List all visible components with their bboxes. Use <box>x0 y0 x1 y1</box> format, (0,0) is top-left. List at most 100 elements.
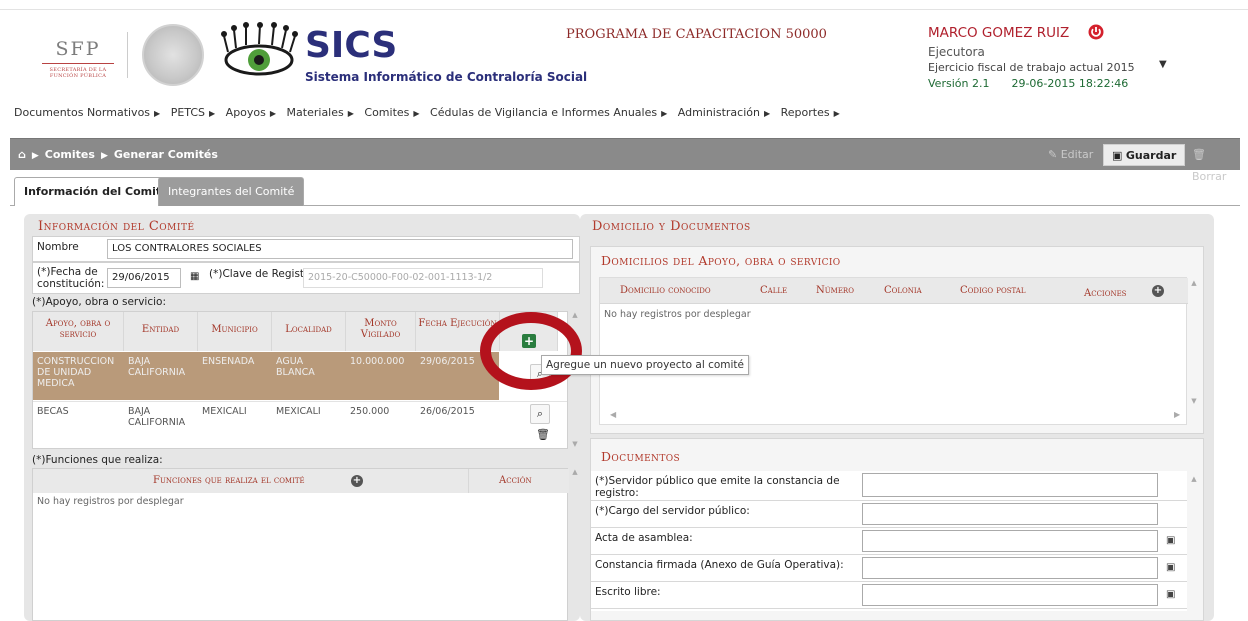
domicilios-empty: No hay registros por desplegar <box>604 309 751 320</box>
fecha-label: (*)Fecha de constitución: <box>37 266 105 290</box>
funciones-grid: Funciones que realiza el comité + Acción… <box>32 468 569 621</box>
table-row[interactable]: CONSTRUCCION DE UNIDAD MEDICA BAJA CALIF… <box>33 352 499 400</box>
highlight-circle <box>480 312 582 390</box>
user-role: Ejecutora <box>928 45 985 59</box>
menu-arrow-icon: ▶ <box>833 109 840 118</box>
scroll-up-icon[interactable]: ▲ <box>570 468 580 476</box>
tab-integrantes[interactable]: Integrantes del Comité <box>158 177 305 206</box>
funciones-empty: No hay registros por desplegar <box>37 496 184 507</box>
add-project-tooltip: Agregue un nuevo proyecto al comité <box>541 355 749 375</box>
app-title: SICS <box>305 25 398 66</box>
menu-item-administracion[interactable]: Administración ▶ <box>678 106 770 119</box>
escrito-input[interactable] <box>862 584 1158 606</box>
upload-icon[interactable]: ▣ <box>1166 562 1175 573</box>
sfp-logo-subtext: SECRETARÍA DE LA FUNCIÓN PÚBLICA <box>49 67 107 79</box>
constancia-input[interactable] <box>862 557 1158 579</box>
table-row[interactable]: BECAS BAJA CALIFORNIA MEXICALI MEXICALI … <box>33 401 567 448</box>
menu-item-cedulas[interactable]: Cédulas de Vigilancia e Informes Anuales… <box>430 106 667 119</box>
domicilio-panel: Domicilio y Documentos Domicilios del Ap… <box>580 214 1214 621</box>
main-menu: Documentos Normativos ▶ PETCS ▶ Apoyos ▶ Ma… <box>14 106 847 119</box>
clave-input[interactable]: 2015-20-C50000-F00-02-001-1113-1/2 <box>303 268 543 288</box>
menu-item-apoyos[interactable]: Apoyos ▶ <box>226 106 276 119</box>
menu-arrow-icon: ▶ <box>269 109 277 118</box>
tab-bar: Información del Comité Integrantes del C… <box>10 170 1240 207</box>
col-apoyo: Apoyo, obra o servicio <box>33 312 124 351</box>
fecha-input[interactable]: 29/06/2015 <box>107 268 181 288</box>
nombre-input[interactable]: LOS CONTRALORES SOCIALES <box>107 239 573 259</box>
breadcrumb-comites[interactable]: Comites <box>45 148 95 161</box>
calendar-icon[interactable]: ▦ <box>190 271 199 282</box>
datetime: 29-06-2015 18:22:46 <box>1011 77 1129 90</box>
funciones-label: (*)Funciones que realiza: <box>32 454 163 466</box>
scroll-down-icon[interactable]: ▼ <box>1189 397 1199 405</box>
trash-icon[interactable]: 🗑 <box>536 428 550 441</box>
info-comite-panel: Información del Comité Nombre LOS CONTRA… <box>24 214 580 621</box>
program-title: PROGRAMA DE CAPACITACION 50000 <box>566 27 827 42</box>
version-label: Versión 2.1 <box>928 77 990 90</box>
domicilios-grid: Domicilio conocido Calle Número Colonia … <box>599 277 1188 425</box>
breadcrumb-generar: Generar Comités <box>113 148 218 161</box>
breadcrumb: ⌂ ▶ Comites ▶ Generar Comités <box>18 148 218 161</box>
menu-arrow-icon: ▶ <box>763 109 771 118</box>
search-icon[interactable]: ⌕ <box>530 404 550 424</box>
menu-item-petcs[interactable]: PETCS ▶ <box>171 106 215 119</box>
upload-icon[interactable]: ▣ <box>1166 589 1175 600</box>
tab-informacion[interactable]: Información del Comité <box>14 177 179 207</box>
user-menu-caret-icon[interactable]: ▼ <box>1159 59 1167 70</box>
documentos-box: Documentos (*)Servidor público que emite… <box>590 438 1204 621</box>
logout-power-icon[interactable] <box>1088 24 1104 40</box>
domicilios-box: Domicilios del Apoyo, obra o servicio Do… <box>590 246 1204 434</box>
menu-arrow-icon: ▶ <box>661 109 668 118</box>
app-subtitle: Sistema Informático de Contraloría Socia… <box>305 70 588 84</box>
scroll-right-icon[interactable]: ▶ <box>1174 410 1180 419</box>
sfp-logo-text: SFP <box>55 38 101 60</box>
doc-row-acta: Acta de asamblea: ▣ <box>591 528 1187 555</box>
doc-row-servidor: (*)Servidor público que emite la constan… <box>591 471 1187 501</box>
funciones-header: Funciones que realiza el comité + Acción <box>33 469 569 493</box>
menu-arrow-icon: ▶ <box>154 109 161 118</box>
servidor-input[interactable] <box>862 473 1158 497</box>
documentos-subtitle: Documentos <box>601 449 681 464</box>
col-entidad: Entidad <box>124 312 198 351</box>
scroll-up-icon[interactable]: ▲ <box>1189 279 1199 287</box>
scroll-down-icon[interactable]: ▼ <box>570 440 580 448</box>
domicilio-title: Domicilio y Documentos <box>592 219 751 234</box>
sfp-logo: SFP SECRETARÍA DE LA FUNCIÓN PÚBLICA <box>36 38 120 79</box>
version-info: Versión 2.1 29-06-2015 18:22:46 <box>928 77 1128 90</box>
trash-icon: 🗑 <box>1192 148 1206 161</box>
acta-input[interactable] <box>862 530 1158 552</box>
scroll-left-icon[interactable]: ◀ <box>610 410 616 419</box>
pencil-icon: ✎ <box>1048 148 1061 161</box>
add-domicilio-icon[interactable]: + <box>1152 285 1164 297</box>
add-funcion-icon[interactable]: + <box>351 475 363 487</box>
save-button[interactable]: ▣ Guardar <box>1103 144 1186 166</box>
upload-icon[interactable]: ▣ <box>1166 535 1175 546</box>
menu-item-comites[interactable]: Comites ▶ <box>364 106 419 119</box>
menu-item-documentos[interactable]: Documentos Normativos ▶ <box>14 106 160 119</box>
mexico-seal-icon <box>142 24 204 86</box>
logo-divider <box>127 32 128 78</box>
nombre-row: Nombre LOS CONTRALORES SOCIALES <box>32 236 580 262</box>
edit-button[interactable]: ✎ Editar <box>1040 144 1101 166</box>
menu-arrow-icon: ▶ <box>413 109 420 118</box>
user-name: MARCO GOMEZ RUIZ <box>928 25 1070 41</box>
content-area: Información del Comité Nombre LOS CONTRA… <box>10 206 1240 621</box>
doc-row-constancia: Constancia firmada (Anexo de Guía Operat… <box>591 555 1187 582</box>
breadcrumb-bar: ⌂ ▶ Comites ▶ Generar Comités ✎ Editar ▣ Gua… <box>10 138 1240 183</box>
col-localidad: Localidad <box>272 312 346 351</box>
apoyo-label: (*)Apoyo, obra o servicio: <box>32 296 166 308</box>
scroll-up-icon[interactable]: ▲ <box>570 311 580 319</box>
domicilios-subtitle: Domicilios del Apoyo, obra o servicio <box>601 253 841 268</box>
scroll-up-icon[interactable]: ▲ <box>1189 475 1199 483</box>
clave-label: (*)Clave de Registro: <box>209 268 319 280</box>
cargo-input[interactable] <box>862 503 1158 525</box>
col-monto: Monto Vigilado <box>346 312 416 351</box>
menu-item-reportes[interactable]: Reportes ▶ <box>781 106 840 119</box>
fiscal-year: Ejercicio fiscal de trabajo actual 2015 <box>928 61 1135 74</box>
nombre-label: Nombre <box>37 241 79 253</box>
info-comite-title: Información del Comité <box>38 219 195 234</box>
doc-row-cargo: (*)Cargo del servidor público: <box>591 501 1187 528</box>
menu-item-materiales[interactable]: Materiales ▶ <box>287 106 354 119</box>
delete-button[interactable]: 🗑 Borrar <box>1184 144 1240 183</box>
home-icon[interactable]: ⌂ <box>18 148 26 161</box>
